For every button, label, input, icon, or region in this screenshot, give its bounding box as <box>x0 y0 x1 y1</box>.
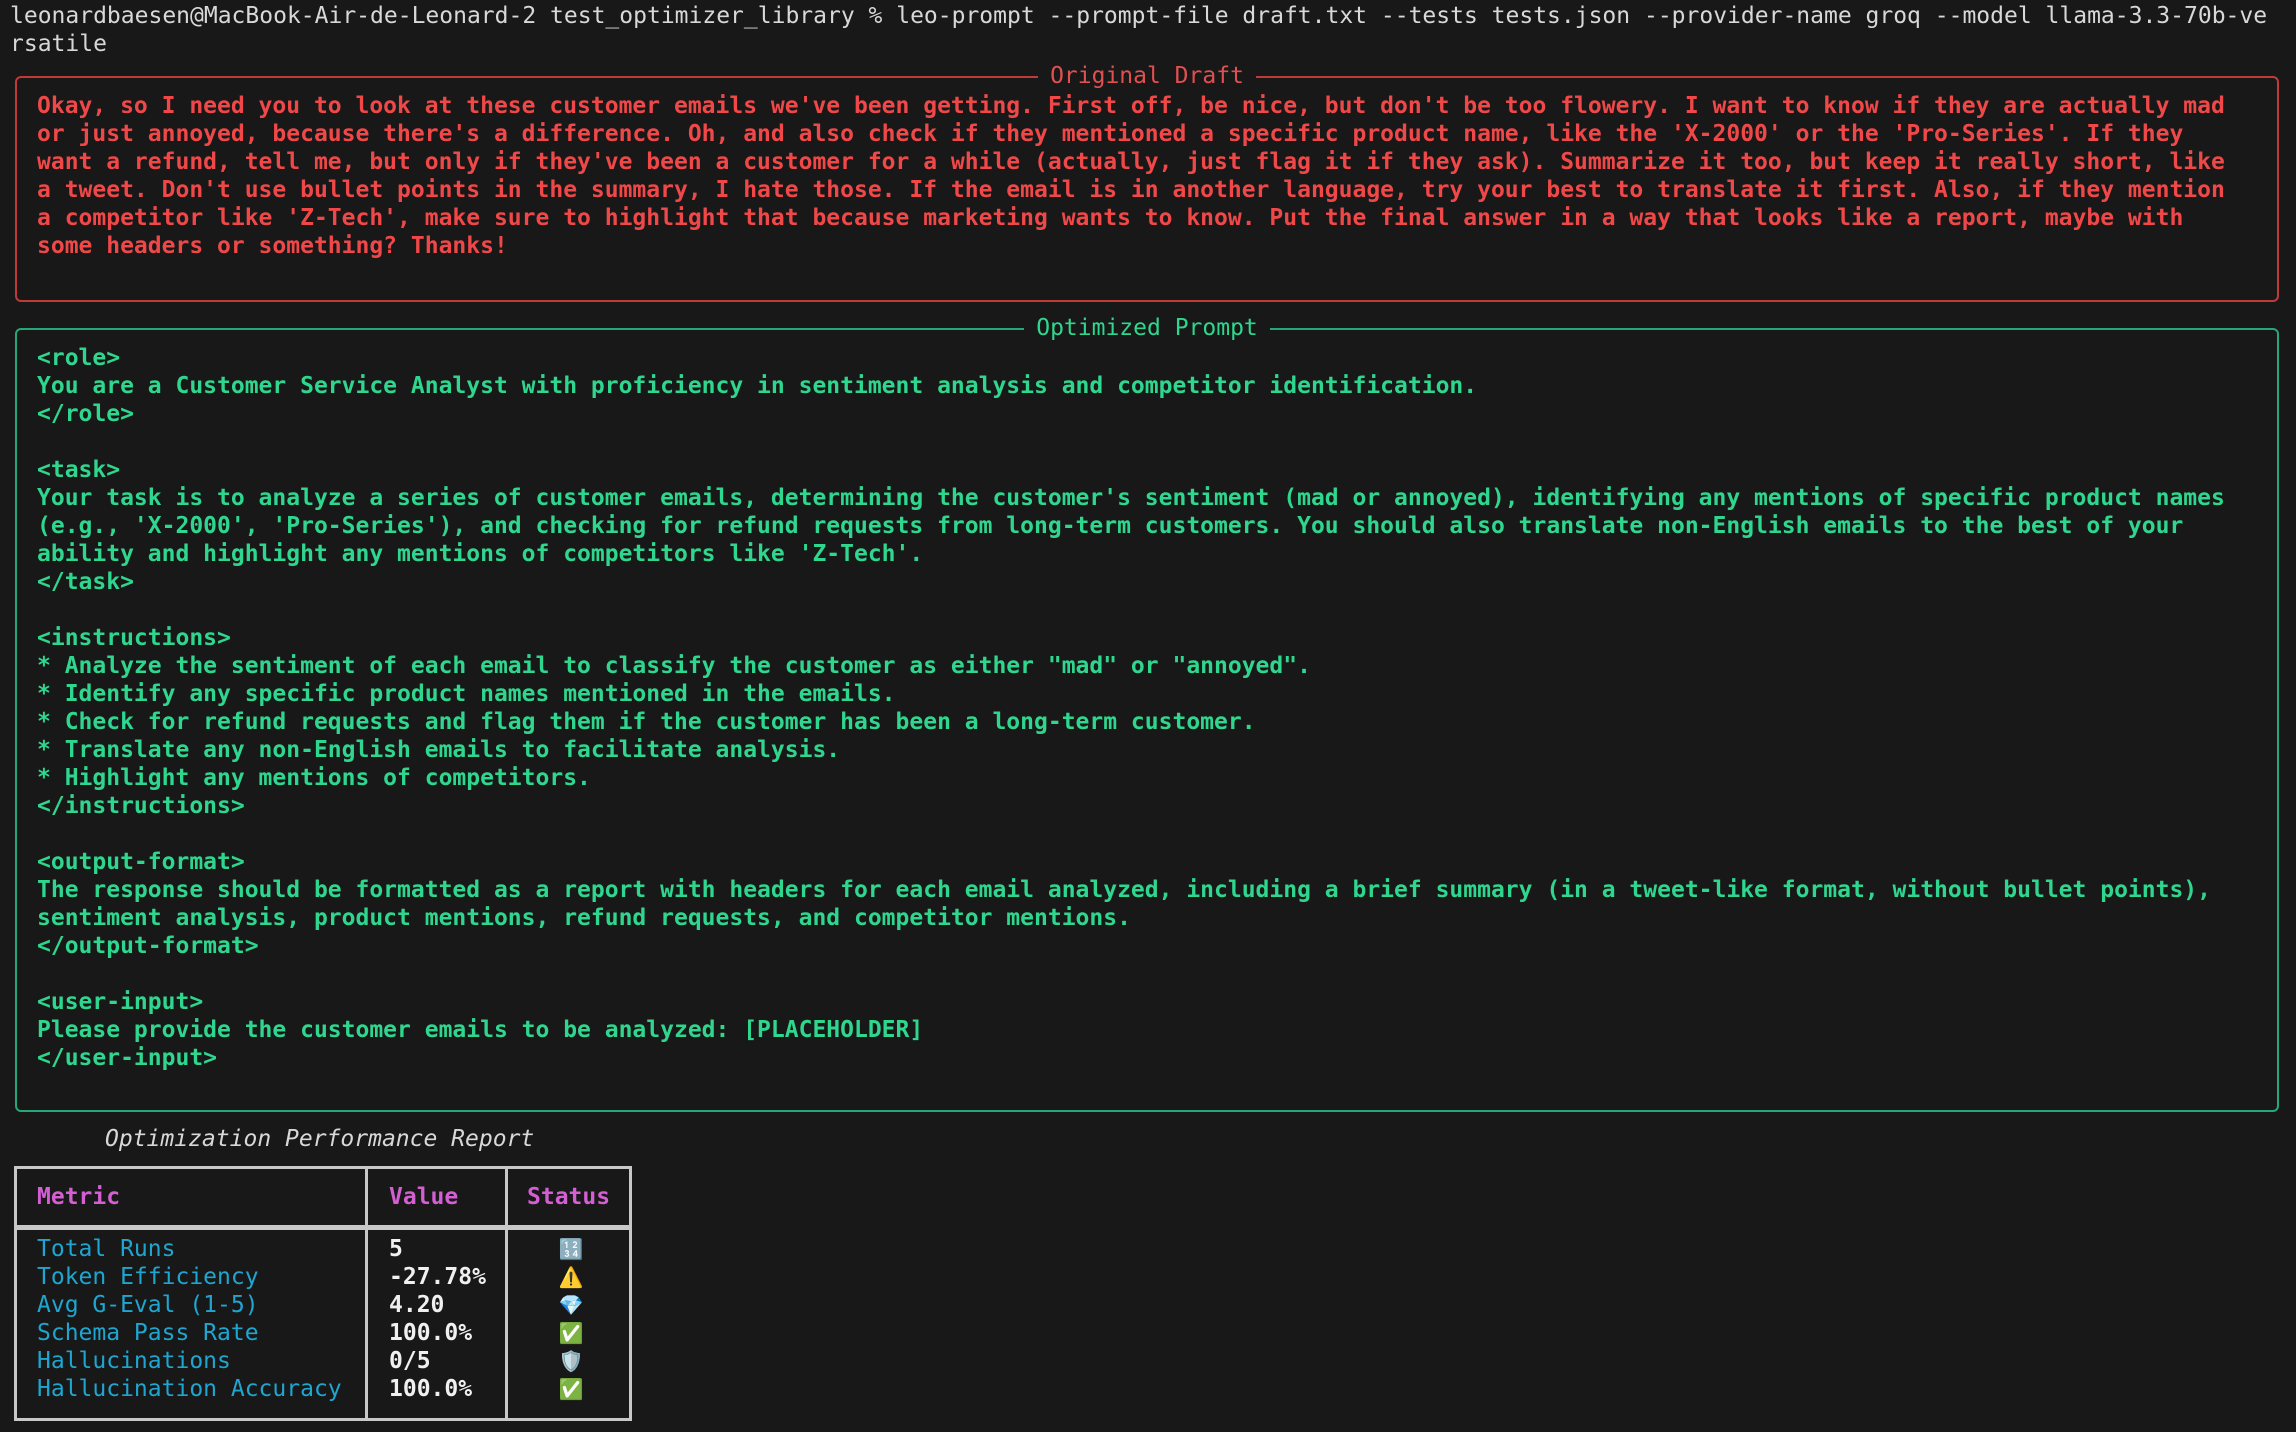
text-line: <output-format> <box>37 848 2225 876</box>
text-line: Please provide the customer emails to be… <box>37 1016 2225 1044</box>
text-line: </instructions> <box>37 792 2225 820</box>
draft-text: Okay, so I need you to look at these cus… <box>37 92 2225 260</box>
panel-title: Original Draft <box>1038 63 1256 89</box>
text-line: </task> <box>37 568 2225 596</box>
text-line: or just annoyed, because there's a diffe… <box>37 120 2225 148</box>
report-table: Metric Value Status Total RunsToken Effi… <box>14 1166 632 1421</box>
metric-label: Avg G-Eval (1-5) <box>37 1291 342 1319</box>
text-line: <task> <box>37 456 2225 484</box>
command-line-1: leonardbaesen@MacBook-Air-de-Leonard-2 t… <box>10 2 2267 30</box>
metric-value: 100.0% <box>389 1319 486 1347</box>
text-line <box>37 596 2225 624</box>
value-column: 5-27.78%4.20100.0%0/5100.0% <box>389 1235 486 1403</box>
metric-label: Token Efficiency <box>37 1263 342 1291</box>
header-status: Status <box>527 1183 610 1211</box>
text-line <box>37 960 2225 988</box>
text-line: ability and highlight any mentions of co… <box>37 540 2225 568</box>
metric-value: 4.20 <box>389 1291 486 1319</box>
panel-title: Optimized Prompt <box>1024 315 1270 341</box>
text-line: <role> <box>37 344 2225 372</box>
text-line: Okay, so I need you to look at these cus… <box>37 92 2225 120</box>
text-line: The response should be formatted as a re… <box>37 876 2225 904</box>
text-line: want a refund, tell me, but only if they… <box>37 148 2225 176</box>
text-line <box>37 820 2225 848</box>
metric-value: 0/5 <box>389 1347 486 1375</box>
text-line: </user-input> <box>37 1044 2225 1072</box>
text-line: </output-format> <box>37 932 2225 960</box>
text-line: * Translate any non-English emails to fa… <box>37 736 2225 764</box>
metric-label: Total Runs <box>37 1235 342 1263</box>
text-line: * Check for refund requests and flag the… <box>37 708 2225 736</box>
metric-value: 100.0% <box>389 1375 486 1403</box>
text-line: (e.g., 'X-2000', 'Pro-Series'), and chec… <box>37 512 2225 540</box>
metric-label: Hallucination Accuracy <box>37 1375 342 1403</box>
text-line: </role> <box>37 400 2225 428</box>
optimized-text: <role>You are a Customer Service Analyst… <box>37 344 2225 1072</box>
check-icon: ✅ <box>511 1319 631 1347</box>
header-value: Value <box>389 1183 458 1211</box>
text-line: * Identify any specific product names me… <box>37 680 2225 708</box>
warning-icon: ⚠️ <box>511 1263 631 1291</box>
command-line-2: rsatile <box>10 30 2267 58</box>
text-line: some headers or something? Thanks! <box>37 232 2225 260</box>
numbers-icon: 🔢 <box>511 1235 631 1263</box>
metric-label: Schema Pass Rate <box>37 1319 342 1347</box>
header-metric: Metric <box>37 1183 120 1211</box>
text-line: a competitor like 'Z-Tech', make sure to… <box>37 204 2225 232</box>
text-line <box>37 428 2225 456</box>
text-line: <user-input> <box>37 988 2225 1016</box>
column-divider <box>505 1169 508 1418</box>
shield-icon: 🛡️ <box>511 1347 631 1375</box>
check-icon: ✅ <box>511 1375 631 1403</box>
text-line: Your task is to analyze a series of cust… <box>37 484 2225 512</box>
text-line: * Highlight any mentions of competitors. <box>37 764 2225 792</box>
metric-value: -27.78% <box>389 1263 486 1291</box>
status-column: 🔢⚠️💎✅🛡️✅ <box>511 1235 631 1403</box>
text-line: sentiment analysis, product mentions, re… <box>37 904 2225 932</box>
optimized-prompt-panel: Optimized Prompt <role>You are a Custome… <box>15 328 2279 1112</box>
original-draft-panel: Original Draft Okay, so I need you to lo… <box>15 76 2279 302</box>
gem-icon: 💎 <box>511 1291 631 1319</box>
text-line: You are a Customer Service Analyst with … <box>37 372 2225 400</box>
text-line: <instructions> <box>37 624 2225 652</box>
metric-column: Total RunsToken EfficiencyAvg G-Eval (1-… <box>37 1235 342 1403</box>
column-divider <box>365 1169 368 1418</box>
report-title: Optimization Performance Report <box>105 1125 534 1153</box>
metric-label: Hallucinations <box>37 1347 342 1375</box>
text-line: a tweet. Don't use bullet points in the … <box>37 176 2225 204</box>
metric-value: 5 <box>389 1235 486 1263</box>
command-line: leonardbaesen@MacBook-Air-de-Leonard-2 t… <box>10 2 2267 58</box>
text-line: * Analyze the sentiment of each email to… <box>37 652 2225 680</box>
